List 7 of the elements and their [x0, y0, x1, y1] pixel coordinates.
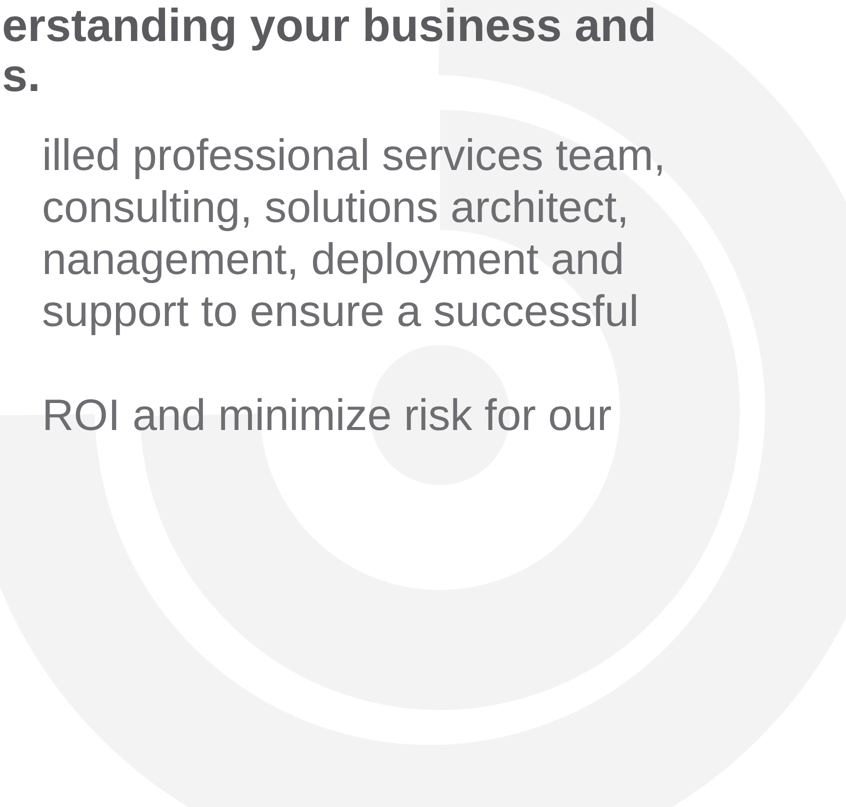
heading-text: erstanding your business and: [2, 0, 658, 50]
heading-text: s.: [2, 50, 40, 100]
body-text: support to ensure a successful: [41, 286, 640, 338]
body-text: illed professional services team,: [41, 130, 667, 182]
body-text: nanagement, deployment and: [41, 234, 626, 286]
body-text: consulting, solutions architect,: [41, 182, 630, 234]
body-text: ROI and minimize risk for our: [41, 390, 613, 442]
